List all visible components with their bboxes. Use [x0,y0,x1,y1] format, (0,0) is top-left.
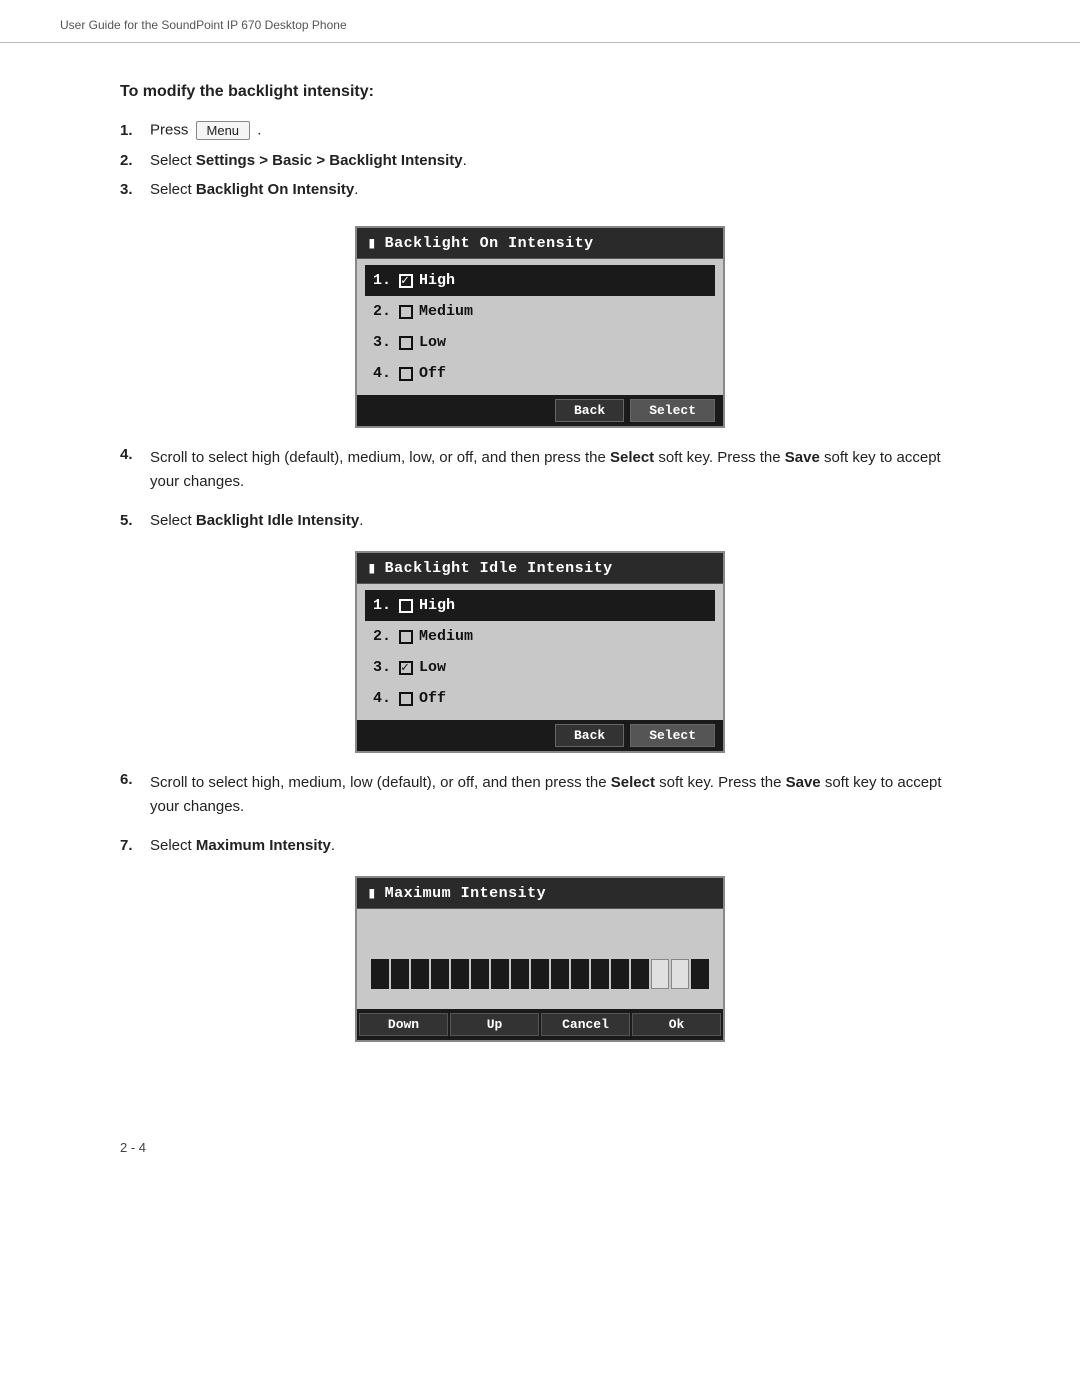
checkbox-1 [399,274,413,288]
screen1-item-2[interactable]: 2. Medium [365,296,715,327]
page-header: User Guide for the SoundPoint IP 670 Des… [0,0,1080,43]
bar-2 [391,959,409,989]
screen1-item-1[interactable]: 1. High [365,265,715,296]
screen2: ▮ Backlight Idle Intensity 1. High 2. Me… [355,551,725,753]
screen1-back-button[interactable]: Back [555,399,624,422]
bar-8 [511,959,529,989]
screen1-item-4[interactable]: 4. Off [365,358,715,389]
step-7-number: 7. [120,837,150,854]
screen3-body [357,909,723,1009]
bar-15 [651,959,669,989]
screen1: ▮ Backlight On Intensity 1. High 2. Medi… [355,226,725,428]
step-7-text: Select Maximum Intensity. [150,837,960,854]
screen2-back-button[interactable]: Back [555,724,624,747]
step-2-text: Select Settings > Basic > Backlight Inte… [150,152,960,169]
checkbox-4 [399,367,413,381]
checkbox-s2-3 [399,661,413,675]
checkbox-s2-2 [399,630,413,644]
screen2-titlebar: ▮ Backlight Idle Intensity [357,553,723,584]
checkbox-3 [399,336,413,350]
screen3-title: Maximum Intensity [385,885,547,902]
step-2-number: 2. [120,152,150,169]
step-1: 1. Press Menu . [120,121,960,140]
screen3-titlebar: ▮ Maximum Intensity [357,878,723,909]
phone-icon-3: ▮ [367,883,377,903]
step-2: 2. Select Settings > Basic > Backlight I… [120,152,960,169]
screen2-item-2[interactable]: 2. Medium [365,621,715,652]
bar-12 [591,959,609,989]
intensity-spacer [365,921,715,951]
step-4: 4. Scroll to select high (default), medi… [120,446,960,498]
step-list: 1. Press Menu . 2. Select Settings > Bas… [120,121,960,198]
screen3-down-button[interactable]: Down [359,1013,448,1036]
step-5-number: 5. [120,512,150,529]
screen2-select-button[interactable]: Select [630,724,715,747]
screen3: ▮ Maximum Intensity [355,876,725,1042]
bar-13 [611,959,629,989]
step-6: 6. Scroll to select high, medium, low (d… [120,771,960,823]
screen2-body: 1. High 2. Medium 3. Low 4 [357,584,723,720]
step-3-text: Select Backlight On Intensity. [150,181,960,198]
step-7: 7. Select Maximum Intensity. [120,837,960,854]
step-3-number: 3. [120,181,150,198]
step-6-text: Scroll to select high, medium, low (defa… [150,771,960,819]
screen1-item-3[interactable]: 3. Low [365,327,715,358]
section-heading: To modify the backlight intensity: [120,83,960,101]
menu-button[interactable]: Menu [196,121,251,140]
bar-4 [431,959,449,989]
screen1-select-button[interactable]: Select [630,399,715,422]
checkbox-s2-1 [399,599,413,613]
header-text: User Guide for the SoundPoint IP 670 Des… [60,18,347,32]
screen1-body: 1. High 2. Medium 3. Low 4 [357,259,723,395]
screen2-title: Backlight Idle Intensity [385,560,613,577]
screen1-footer: Back Select [357,395,723,426]
checkbox-2 [399,305,413,319]
screen3-ok-button[interactable]: Ok [632,1013,721,1036]
bar-11 [571,959,589,989]
step-5: 5. Select Backlight Idle Intensity. [120,512,960,529]
page-footer: 2 - 4 [0,1120,1080,1175]
bar-1 [371,959,389,989]
step-4-number: 4. [120,446,150,463]
checkbox-s2-4 [399,692,413,706]
intensity-bar-visual [365,951,715,997]
screen3-up-button[interactable]: Up [450,1013,539,1036]
screen2-container: ▮ Backlight Idle Intensity 1. High 2. Me… [120,533,960,771]
screen1-title: Backlight On Intensity [385,235,594,252]
screen2-item-4[interactable]: 4. Off [365,683,715,714]
bar-7 [491,959,509,989]
page-number: 2 - 4 [120,1140,146,1155]
bar-9 [531,959,549,989]
page-content: To modify the backlight intensity: 1. Pr… [0,43,1080,1120]
screen1-container: ▮ Backlight On Intensity 1. High 2. Medi… [120,208,960,446]
step-1-text: Press Menu . [150,121,960,140]
screen3-container: ▮ Maximum Intensity [120,858,960,1060]
step-4-text: Scroll to select high (default), medium,… [150,446,960,494]
bar-6 [471,959,489,989]
step-5-text: Select Backlight Idle Intensity. [150,512,960,529]
bar-14 [631,959,649,989]
bar-16 [671,959,689,989]
step-1-number: 1. [120,122,150,139]
screen2-item-3[interactable]: 3. Low [365,652,715,683]
screen1-titlebar: ▮ Backlight On Intensity [357,228,723,259]
bar-3 [411,959,429,989]
phone-icon-1: ▮ [367,233,377,253]
step-6-number: 6. [120,771,150,788]
bar-10 [551,959,569,989]
bar-17 [691,959,709,989]
phone-icon-2: ▮ [367,558,377,578]
screen3-footer: Down Up Cancel Ok [357,1009,723,1040]
screen2-footer: Back Select [357,720,723,751]
screen3-cancel-button[interactable]: Cancel [541,1013,630,1036]
screen2-item-1[interactable]: 1. High [365,590,715,621]
step-3: 3. Select Backlight On Intensity. [120,181,960,198]
bar-5 [451,959,469,989]
